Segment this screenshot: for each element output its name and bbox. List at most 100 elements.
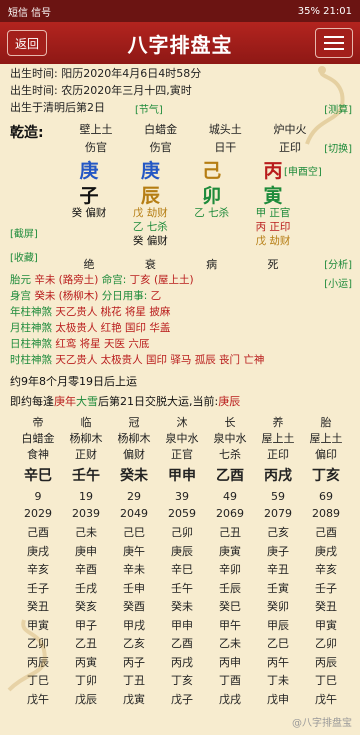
dayun-god: 正官 <box>171 448 193 461</box>
liunian-cell[interactable]: 癸亥 <box>62 598 110 614</box>
hidden-year: 癸 偏财 <box>66 206 112 248</box>
liunian-cell[interactable]: 甲寅 <box>302 617 350 633</box>
dayun-year: 2069 <box>216 507 244 520</box>
liunian-cell[interactable]: 丁巳 <box>302 672 350 688</box>
liunian-cell[interactable]: 庚戌 <box>14 543 62 559</box>
liunian-cell[interactable]: 丁卯 <box>62 672 110 688</box>
menu-icon-line <box>324 48 344 50</box>
liunian-cell[interactable]: 乙巳 <box>254 635 302 651</box>
liunian-cell[interactable]: 壬戌 <box>62 580 110 596</box>
liunian-cell[interactable]: 戊午 <box>302 691 350 707</box>
liunian-cell[interactable]: 戊子 <box>158 691 206 707</box>
dayun-ganzhi[interactable]: 甲申 <box>158 465 206 485</box>
liunian-cell[interactable]: 甲午 <box>206 617 254 633</box>
liunian-cell[interactable]: 辛亥 <box>302 561 350 577</box>
liunian-cell[interactable]: 壬申 <box>110 580 158 596</box>
liunian-cell[interactable]: 己丑 <box>206 524 254 540</box>
liunian-cell[interactable]: 癸未 <box>158 598 206 614</box>
liunian-cell[interactable]: 庚申 <box>62 543 110 559</box>
liunian-cell[interactable]: 丁酉 <box>206 672 254 688</box>
liunian-cell[interactable]: 庚子 <box>254 543 302 559</box>
dayun-ganzhi[interactable]: 乙酉 <box>206 465 254 485</box>
liunian-cell[interactable]: 辛未 <box>110 561 158 577</box>
liunian-cell[interactable]: 甲子 <box>62 617 110 633</box>
shensha-month-value: 太极贵人 红艳 国印 华盖 <box>55 322 171 334</box>
screenshot-link[interactable]: [截屏] <box>10 225 38 240</box>
liunian-cell[interactable]: 己酉 <box>14 524 62 540</box>
liunian-cell[interactable]: 戊申 <box>254 691 302 707</box>
cesuan-link[interactable]: [测算] <box>324 101 352 116</box>
dayun-ganzhi[interactable]: 丁亥 <box>302 465 350 485</box>
dayun-ganzhi[interactable]: 辛巳 <box>14 465 62 485</box>
liunian-cell[interactable]: 辛酉 <box>62 561 110 577</box>
liunian-cell[interactable]: 壬午 <box>158 580 206 596</box>
liunian-cell[interactable]: 甲辰 <box>254 617 302 633</box>
branch-year: 子 <box>79 185 99 207</box>
liunian-cell[interactable]: 辛亥 <box>14 561 62 577</box>
liunian-cell[interactable]: 丙戌 <box>158 654 206 670</box>
dayun-ganzhi[interactable]: 壬午 <box>62 465 110 485</box>
liunian-cell[interactable]: 辛丑 <box>254 561 302 577</box>
menu-button[interactable] <box>315 28 353 58</box>
analysis-link[interactable]: [分析] <box>324 256 352 271</box>
liunian-cell[interactable]: 乙卯 <box>302 635 350 651</box>
liunian-cell[interactable]: 壬寅 <box>254 580 302 596</box>
liunian-cell[interactable]: 丙寅 <box>62 654 110 670</box>
liunian-cell[interactable]: 丁亥 <box>158 672 206 688</box>
liunian-cell[interactable]: 己卯 <box>158 524 206 540</box>
liunian-cell[interactable]: 庚午 <box>110 543 158 559</box>
state-row: 绝 衰 病 死 <box>66 256 296 272</box>
liunian-cell[interactable]: 乙酉 <box>158 635 206 651</box>
liunian-cell[interactable]: 癸丑 <box>302 598 350 614</box>
liunian-cell[interactable]: 戊寅 <box>110 691 158 707</box>
liunian-cell[interactable]: 戊戌 <box>206 691 254 707</box>
liunian-cell[interactable]: 庚寅 <box>206 543 254 559</box>
liunian-cell[interactable]: 己巳 <box>110 524 158 540</box>
favorite-link[interactable]: [收藏] <box>10 249 38 264</box>
liunian-cell[interactable]: 甲戌 <box>110 617 158 633</box>
back-button[interactable]: 返回 <box>7 30 47 56</box>
liunian-cell[interactable]: 丁丑 <box>110 672 158 688</box>
liunian-cell[interactable]: 壬辰 <box>206 580 254 596</box>
dayun-age: 29 <box>127 490 141 503</box>
liunian-cell[interactable]: 戊辰 <box>62 691 110 707</box>
switch-link[interactable]: [切换] <box>324 140 352 155</box>
liunian-cell[interactable]: 癸巳 <box>206 598 254 614</box>
liunian-cell[interactable]: 己亥 <box>254 524 302 540</box>
liunian-cell[interactable]: 壬子 <box>302 580 350 596</box>
xiaoyun-link[interactable]: [小运] <box>324 275 352 290</box>
liunian-cell[interactable]: 丙申 <box>206 654 254 670</box>
liunian-cell[interactable]: 乙未 <box>206 635 254 651</box>
taiyuan-row: 胎元 辛未 (路旁土) 命宫: 丁亥 (屋上土) <box>10 273 194 288</box>
menu-icon <box>324 36 344 38</box>
dayun-state: 冠 <box>128 416 140 429</box>
hidden-hour: 甲 正官丙 正印戊 劫财 <box>250 206 296 248</box>
dayun-god: 正财 <box>75 448 97 461</box>
liunian-cell[interactable]: 丙午 <box>254 654 302 670</box>
shensha-day: 日柱神煞 红鸾 将星 天医 六厎 <box>10 337 149 352</box>
liunian-cell[interactable]: 癸卯 <box>254 598 302 614</box>
state-year: 绝 <box>83 258 95 271</box>
hidden-month-0: 戊 劫财 <box>132 207 168 219</box>
hidden-hour-2: 戊 劫财 <box>255 235 291 247</box>
jieqi-link[interactable]: [节气] <box>135 101 163 116</box>
liunian-cell[interactable]: 辛卯 <box>206 561 254 577</box>
liunian-cell[interactable]: 庚辰 <box>158 543 206 559</box>
dayun-ganzhi[interactable]: 癸未 <box>110 465 158 485</box>
liunian-cell[interactable]: 乙丑 <box>62 635 110 651</box>
dayun-nayin: 杨柳木 <box>69 432 103 445</box>
liunian-cell[interactable]: 甲申 <box>158 617 206 633</box>
liunian-cell[interactable]: 庚戌 <box>302 543 350 559</box>
liunian-cell[interactable]: 丁未 <box>254 672 302 688</box>
dayun-ganzhi[interactable]: 丙戌 <box>254 465 302 485</box>
liunian-cell[interactable]: 丙辰 <box>302 654 350 670</box>
liunian-cell[interactable]: 丙子 <box>110 654 158 670</box>
liunian-cell[interactable]: 辛巳 <box>158 561 206 577</box>
liunian-cell[interactable]: 己未 <box>62 524 110 540</box>
liunian-cell[interactable]: 己酉 <box>302 524 350 540</box>
liunian-cell[interactable]: 癸丑 <box>14 598 62 614</box>
liunian-cell[interactable]: 乙亥 <box>110 635 158 651</box>
dayun-state: 胎 <box>320 416 332 429</box>
liunian-cell[interactable]: 癸酉 <box>110 598 158 614</box>
liunian-cell[interactable]: 壬子 <box>14 580 62 596</box>
